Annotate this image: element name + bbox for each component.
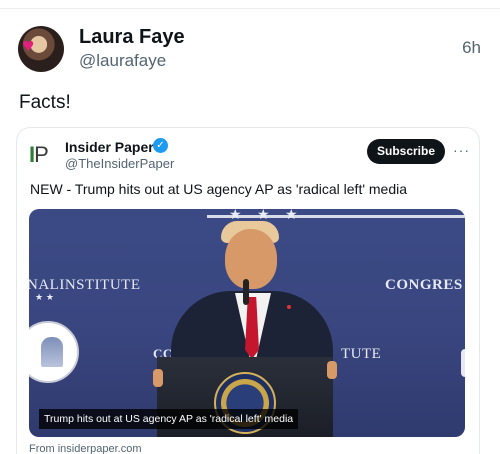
heart-icon: ♥ — [22, 39, 35, 55]
quoted-post-card[interactable]: IP Insider Paper ✓ @TheInsiderPaper Subs… — [16, 127, 480, 454]
source-name[interactable]: Insider Paper — [65, 139, 154, 155]
backdrop-emblem — [461, 349, 465, 377]
speaker-hand — [153, 369, 163, 387]
capitol-seal — [29, 321, 79, 383]
speaker-head — [225, 229, 277, 289]
backdrop-text-right: CONGRES — [385, 277, 463, 293]
post-text: Facts! — [19, 92, 71, 113]
speaker-hand — [327, 361, 337, 379]
backdrop-text-mid-right: TUTE — [341, 346, 382, 362]
backdrop-text-left: NALINSTITUTE — [29, 277, 141, 293]
more-options-icon[interactable]: ··· — [453, 142, 470, 158]
star-icon: ★ — [285, 209, 298, 223]
author-name[interactable]: Laura Faye — [79, 26, 185, 49]
verified-badge-icon: ✓ — [153, 138, 168, 153]
quoted-headline: NEW - Trump hits out at US agency AP as … — [30, 181, 408, 197]
avatar[interactable]: ♥ — [18, 26, 64, 72]
divider — [0, 8, 500, 9]
source-handle[interactable]: @TheInsiderPaper — [65, 156, 174, 171]
microphone — [243, 279, 249, 305]
post-timestamp[interactable]: 6h — [462, 38, 481, 58]
media-caption: Trump hits out at US agency AP as 'radic… — [39, 409, 299, 429]
link-source[interactable]: From insiderpaper.com — [29, 443, 142, 454]
flag-pin — [287, 305, 291, 309]
star-icon: ★ ★ — [35, 293, 54, 303]
backdrop-stripe — [207, 215, 465, 218]
media-image[interactable]: ★ ★ ★ NALINSTITUTE ★ ★ CONGRES CC TUTE T… — [29, 209, 465, 437]
source-logo[interactable]: IP — [29, 142, 57, 168]
author-handle[interactable]: @laurafaye — [79, 51, 166, 71]
subscribe-button[interactable]: Subscribe — [367, 139, 445, 164]
